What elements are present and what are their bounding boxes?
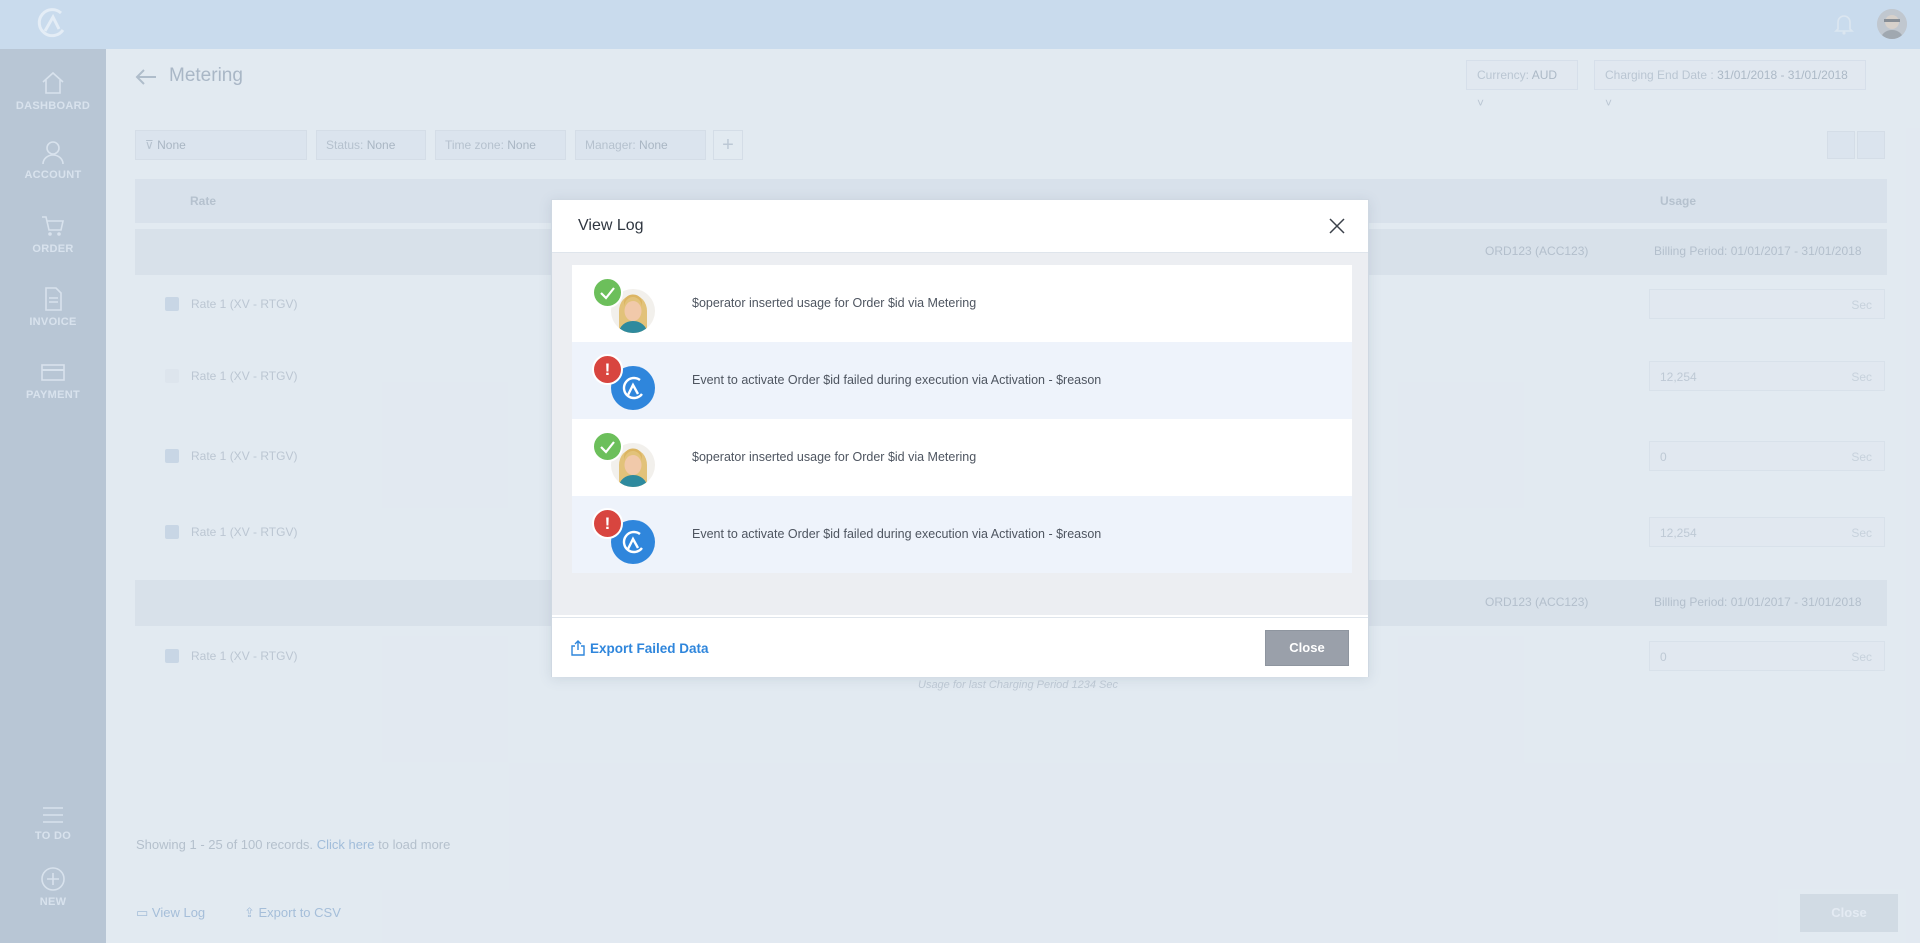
modal-footer: Export Failed Data Close <box>552 617 1368 677</box>
log-entry: $operator inserted usage for Order $id v… <box>572 265 1352 342</box>
view-log-modal: View Log $operator inserted usage for Or… <box>551 199 1369 677</box>
log-list: $operator inserted usage for Order $id v… <box>552 253 1368 615</box>
log-entry-text: $operator inserted usage for Order $id v… <box>692 296 977 310</box>
close-icon[interactable] <box>1328 217 1346 235</box>
error-alert-icon: ! <box>592 508 623 539</box>
export-icon <box>571 640 585 656</box>
modal-header: View Log <box>552 200 1368 253</box>
log-entry-text: Event to activate Order $id failed durin… <box>692 527 1102 541</box>
modal-title: View Log <box>578 217 644 234</box>
error-alert-icon: ! <box>592 354 623 385</box>
success-check-icon <box>592 277 623 308</box>
success-check-icon <box>592 431 623 462</box>
log-entry: ! Event to activate Order $id failed dur… <box>572 496 1352 573</box>
log-entry: ! Event to activate Order $id failed dur… <box>572 342 1352 419</box>
export-failed-data-link[interactable]: Export Failed Data <box>571 640 709 656</box>
log-entry-text: Event to activate Order $id failed durin… <box>692 373 1102 387</box>
close-button[interactable]: Close <box>1265 630 1349 666</box>
log-entry: $operator inserted usage for Order $id v… <box>572 419 1352 496</box>
log-entry-text: $operator inserted usage for Order $id v… <box>692 450 977 464</box>
